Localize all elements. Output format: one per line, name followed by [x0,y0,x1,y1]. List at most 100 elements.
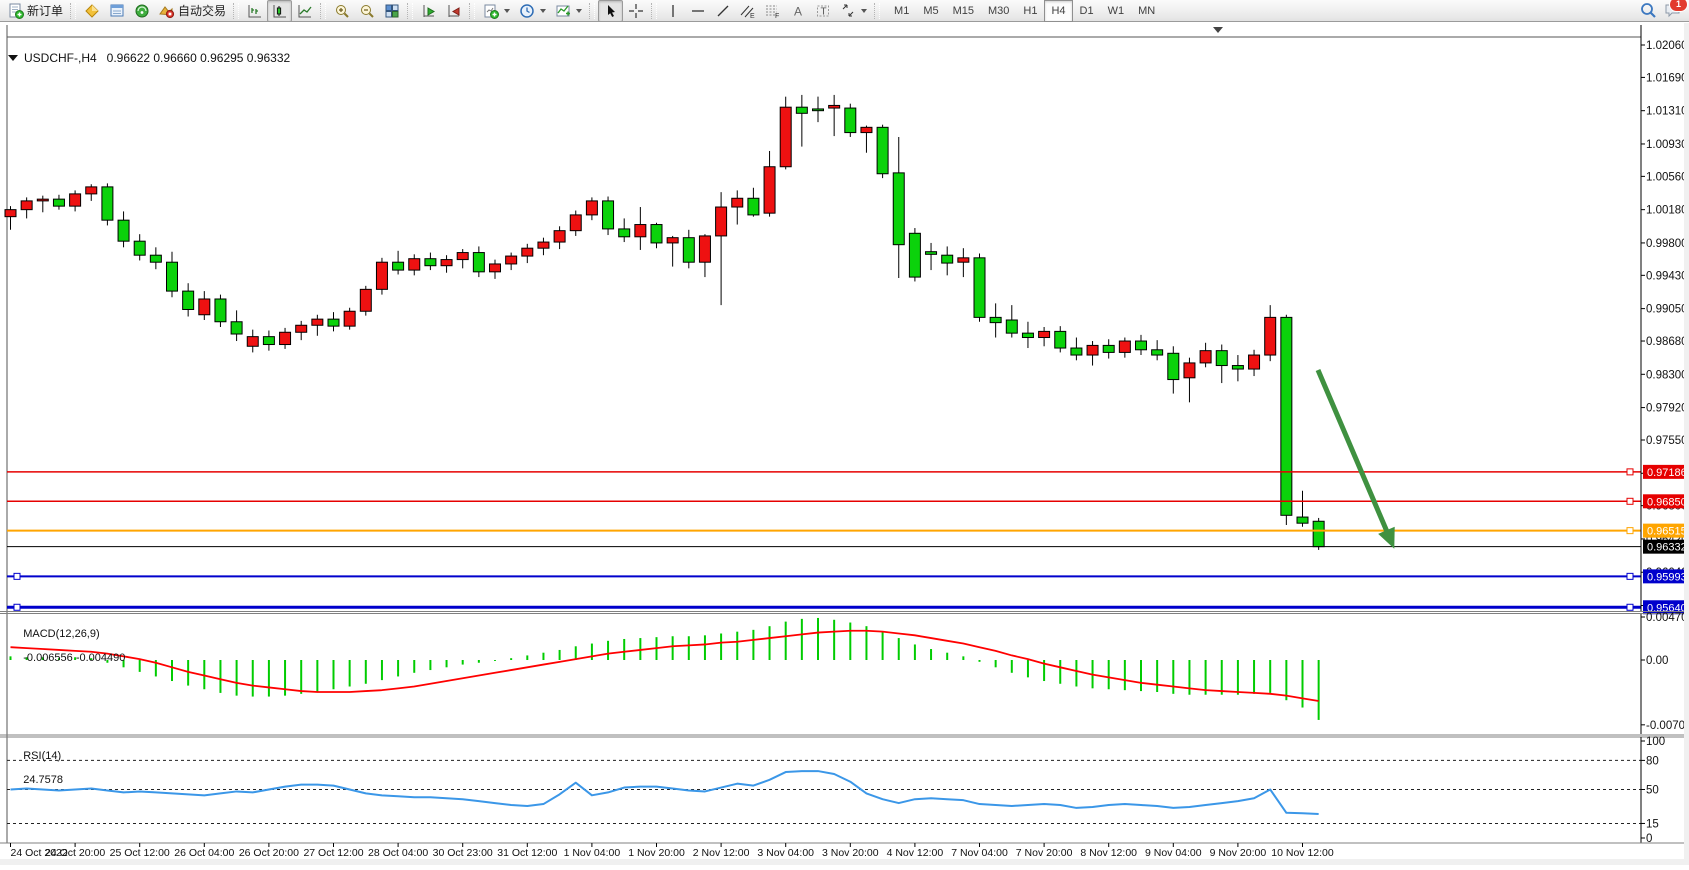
candlestick-chart-icon [271,2,288,19]
notification-badge[interactable]: 1 [1669,0,1688,12]
crosshair-tool-button[interactable] [623,0,648,22]
candlestick-chart-button[interactable] [267,0,292,22]
period-clock-button[interactable] [514,0,550,22]
horizontal-line-tool[interactable] [685,0,710,22]
timeframe-button-h1[interactable]: H1 [1016,0,1044,22]
time-tick-label: 26 Oct 04:00 [174,847,234,859]
line-handle[interactable] [1627,573,1633,579]
line-handle[interactable] [1627,604,1633,610]
tile-windows-button[interactable] [379,0,404,22]
candle-up [1249,355,1260,369]
zoom-in-button[interactable] [329,0,354,22]
indicators-button[interactable] [550,0,586,22]
time-tick-label: 27 Oct 12:00 [303,847,363,859]
candle-up [780,107,791,167]
equidistant-channel-tool[interactable]: E [735,0,760,22]
chart-canvas[interactable]: 1.020601.016901.013101.009301.005601.001… [0,23,1689,865]
candle-down [53,199,64,206]
line-chart-button[interactable] [292,0,317,22]
dropdown-arrow-icon [576,9,582,13]
candle-up [5,210,16,217]
chart-window: 1.020601.016901.013101.009301.005601.001… [0,23,1689,865]
svg-text:E: E [750,13,755,19]
candle-up [86,187,97,194]
candle-up [667,238,678,243]
candle-up [409,259,420,270]
text-label-tool[interactable]: T [810,0,835,22]
trendline-tool[interactable] [710,0,735,22]
navigator-icon [133,2,150,19]
toolbar-grip [469,3,475,19]
candle-down [102,187,113,220]
line-handle[interactable] [1627,469,1633,475]
autotrade-button[interactable]: 自动交易 [154,0,230,22]
line-handle[interactable] [14,573,20,579]
zoom-out-button[interactable] [354,0,379,22]
data-window-button[interactable] [104,0,129,22]
timeframe-toolbar: M1 M5 M15 M30 H1 H4 D1 W1 MN [887,0,1162,22]
arrows-icon [839,2,856,19]
cursor-tool-button[interactable] [598,0,623,22]
time-tick-label: 30 Oct 23:00 [433,847,493,859]
price-tick-label: 0.98300 [1646,369,1688,381]
search-icon[interactable] [1639,1,1656,18]
timeframe-button-m1[interactable]: M1 [887,0,916,22]
time-tick-label: 9 Nov 20:00 [1210,847,1267,859]
new-order-button[interactable]: 新订单 [3,0,67,22]
time-tick-label: 3 Nov 20:00 [822,847,879,859]
bar-chart-button[interactable] [242,0,267,22]
timeframe-button-mn[interactable]: MN [1131,0,1162,22]
svg-text:A: A [794,4,802,18]
timeframe-button-m30[interactable]: M30 [981,0,1016,22]
toolbar-grip [233,3,239,19]
time-tick-label: 31 Oct 12:00 [497,847,557,859]
candle-up [312,319,323,325]
macd-title: MACD(12,26,9) [23,628,99,640]
rsi-axis-label: 15 [1646,818,1659,830]
candle-up [570,215,581,231]
fibonacci-tool[interactable]: F [760,0,785,22]
rsi-axis-label: 80 [1646,755,1659,767]
time-tick-label: 1 Nov 04:00 [564,847,621,859]
candle-up [457,253,468,260]
price-tick-label: 0.99430 [1646,270,1688,282]
candle-down [1216,351,1227,366]
vertical-line-tool[interactable] [660,0,685,22]
rsi-value: 24.7578 [23,774,63,786]
rsi-axis-label: 50 [1646,785,1659,797]
macd-axis-label: -0.007093 [1646,720,1689,732]
timeframe-button-w1[interactable]: W1 [1101,0,1132,22]
price-line-label: 0.95993 [1647,571,1687,583]
time-tick-label: 24 Oct 20:00 [45,847,105,859]
market-watch-button[interactable] [79,0,104,22]
line-handle[interactable] [1627,498,1633,504]
macd-label: MACD(12,26,9) -0.006556 -0.004490 [11,616,125,676]
candle-down [845,108,856,133]
chat-icon[interactable]: 1 [1664,1,1681,18]
autotrade-label: 自动交易 [178,2,226,19]
chart-menu-icon[interactable] [8,55,18,61]
timeframe-button-d1[interactable]: D1 [1073,0,1101,22]
candle-down [877,127,888,173]
candle-up [1184,363,1195,378]
fibonacci-icon: F [764,2,781,19]
chart-shift-button[interactable] [441,0,466,22]
candle-down [990,317,1001,322]
line-handle[interactable] [14,604,20,610]
text-tool[interactable]: A [785,0,810,22]
line-handle[interactable] [1627,528,1633,534]
candle-down [134,241,145,255]
timeframe-button-m15[interactable]: M15 [946,0,981,22]
candle-down [974,258,985,318]
window-edge [1684,23,1689,865]
auto-scroll-button[interactable] [416,0,441,22]
new-chart-button[interactable] [478,0,514,22]
candle-up [958,258,969,262]
arrows-tool[interactable] [835,0,871,22]
candle-down [263,337,274,345]
timeframe-button-h4[interactable]: H4 [1044,0,1072,22]
timeframe-button-m5[interactable]: M5 [916,0,945,22]
trendline-icon [714,2,731,19]
navigator-button[interactable] [129,0,154,22]
candle-down [603,201,614,229]
